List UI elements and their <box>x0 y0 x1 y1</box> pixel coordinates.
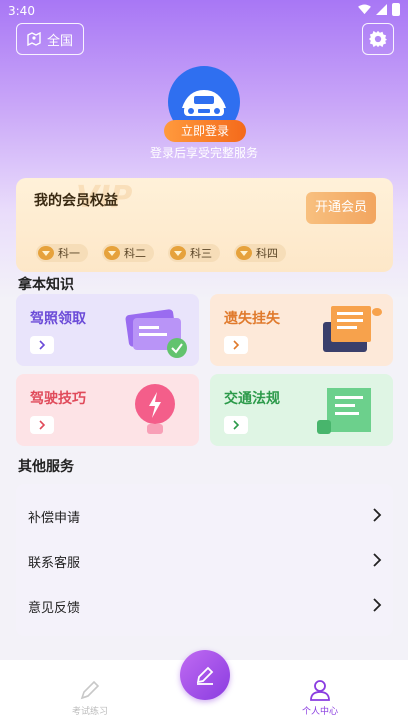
login-button[interactable]: 立即登录 <box>164 120 246 142</box>
tile-label: 交通法规 <box>224 391 280 407</box>
tile-license-pickup[interactable]: 驾照领取 <box>16 294 199 366</box>
chevron-right-icon <box>373 598 382 612</box>
gear-icon <box>369 30 387 48</box>
tab-label: 考试练习 <box>71 707 108 717</box>
tab-personal-center[interactable]: 个人中心 <box>280 678 360 717</box>
practice-fab-button[interactable] <box>180 650 230 700</box>
tile-label: 驾驶技巧 <box>30 391 86 407</box>
login-hint: 登录后享受完整服务 <box>149 146 258 160</box>
chevron-right-icon <box>373 553 382 567</box>
status-bar: 3:40 <box>0 0 408 22</box>
battery-icon <box>392 3 400 16</box>
chevron-right-icon <box>373 508 382 522</box>
vip-tag-label: 科二 <box>124 247 146 260</box>
vip-card: VIP 我的会员权益 开通会员 科一 科二 科三 科四 <box>16 178 393 272</box>
service-item-feedback[interactable]: 意见反馈 <box>16 590 393 620</box>
vip-tag[interactable]: 科三 <box>168 244 220 262</box>
arrow-right-icon <box>224 336 248 354</box>
tab-label: 个人中心 <box>301 707 338 717</box>
medal-icon <box>38 246 54 260</box>
settings-button[interactable] <box>362 23 394 55</box>
vip-tag[interactable]: 科一 <box>36 244 88 262</box>
vip-tag-label: 科四 <box>256 247 278 260</box>
tile-driving-tips[interactable]: 驾驶技巧 <box>16 374 199 446</box>
status-icons <box>358 3 400 16</box>
tile-loss-report[interactable]: 遗失挂失 <box>210 294 393 366</box>
tile-traffic-laws[interactable]: 交通法规 <box>210 374 393 446</box>
vip-tags: 科一 科二 科三 科四 <box>36 244 286 262</box>
services-list: 补偿申请 联系客服 意见反馈 <box>16 484 393 636</box>
medal-icon <box>236 246 252 260</box>
arrow-right-icon <box>30 416 54 434</box>
service-item-contact-support[interactable]: 联系客服 <box>16 545 393 575</box>
pen-icon <box>80 680 100 700</box>
tab-exam-practice[interactable]: 考试练习 <box>50 678 130 717</box>
arrow-right-icon <box>30 336 54 354</box>
arrow-right-icon <box>224 416 248 434</box>
document-tablet-icon <box>323 306 382 352</box>
wifi-icon <box>358 4 371 15</box>
vip-tag[interactable]: 科四 <box>234 244 286 262</box>
user-icon <box>310 680 330 701</box>
license-card-icon <box>125 309 187 358</box>
service-item-label: 意见反馈 <box>28 601 81 616</box>
knowledge-section-title: 拿本知识 <box>18 277 74 293</box>
car-logo-icon <box>182 90 226 116</box>
services-section-title: 其他服务 <box>18 459 74 475</box>
vip-tag-label: 科三 <box>190 247 212 260</box>
medal-icon <box>104 246 120 260</box>
lightbulb-icon <box>135 384 175 434</box>
service-item-label: 联系客服 <box>28 556 81 571</box>
map-icon <box>27 32 41 46</box>
service-item-label: 补偿申请 <box>28 511 81 526</box>
service-item-compensation[interactable]: 补偿申请 <box>16 500 393 530</box>
region-label: 全国 <box>46 33 73 49</box>
signal-icon <box>376 4 387 15</box>
vip-title: 我的会员权益 <box>34 193 118 209</box>
tile-label: 驾照领取 <box>30 311 86 327</box>
vip-tag[interactable]: 科二 <box>102 244 154 262</box>
region-selector-button[interactable]: 全国 <box>16 23 84 55</box>
medal-icon <box>170 246 186 260</box>
vip-tag-label: 科一 <box>58 247 80 260</box>
scroll-document-icon <box>317 388 371 434</box>
edit-icon <box>196 666 214 685</box>
status-time: 3:40 <box>8 4 35 18</box>
tile-label: 遗失挂失 <box>224 311 280 327</box>
open-membership-button[interactable]: 开通会员 <box>306 192 376 224</box>
